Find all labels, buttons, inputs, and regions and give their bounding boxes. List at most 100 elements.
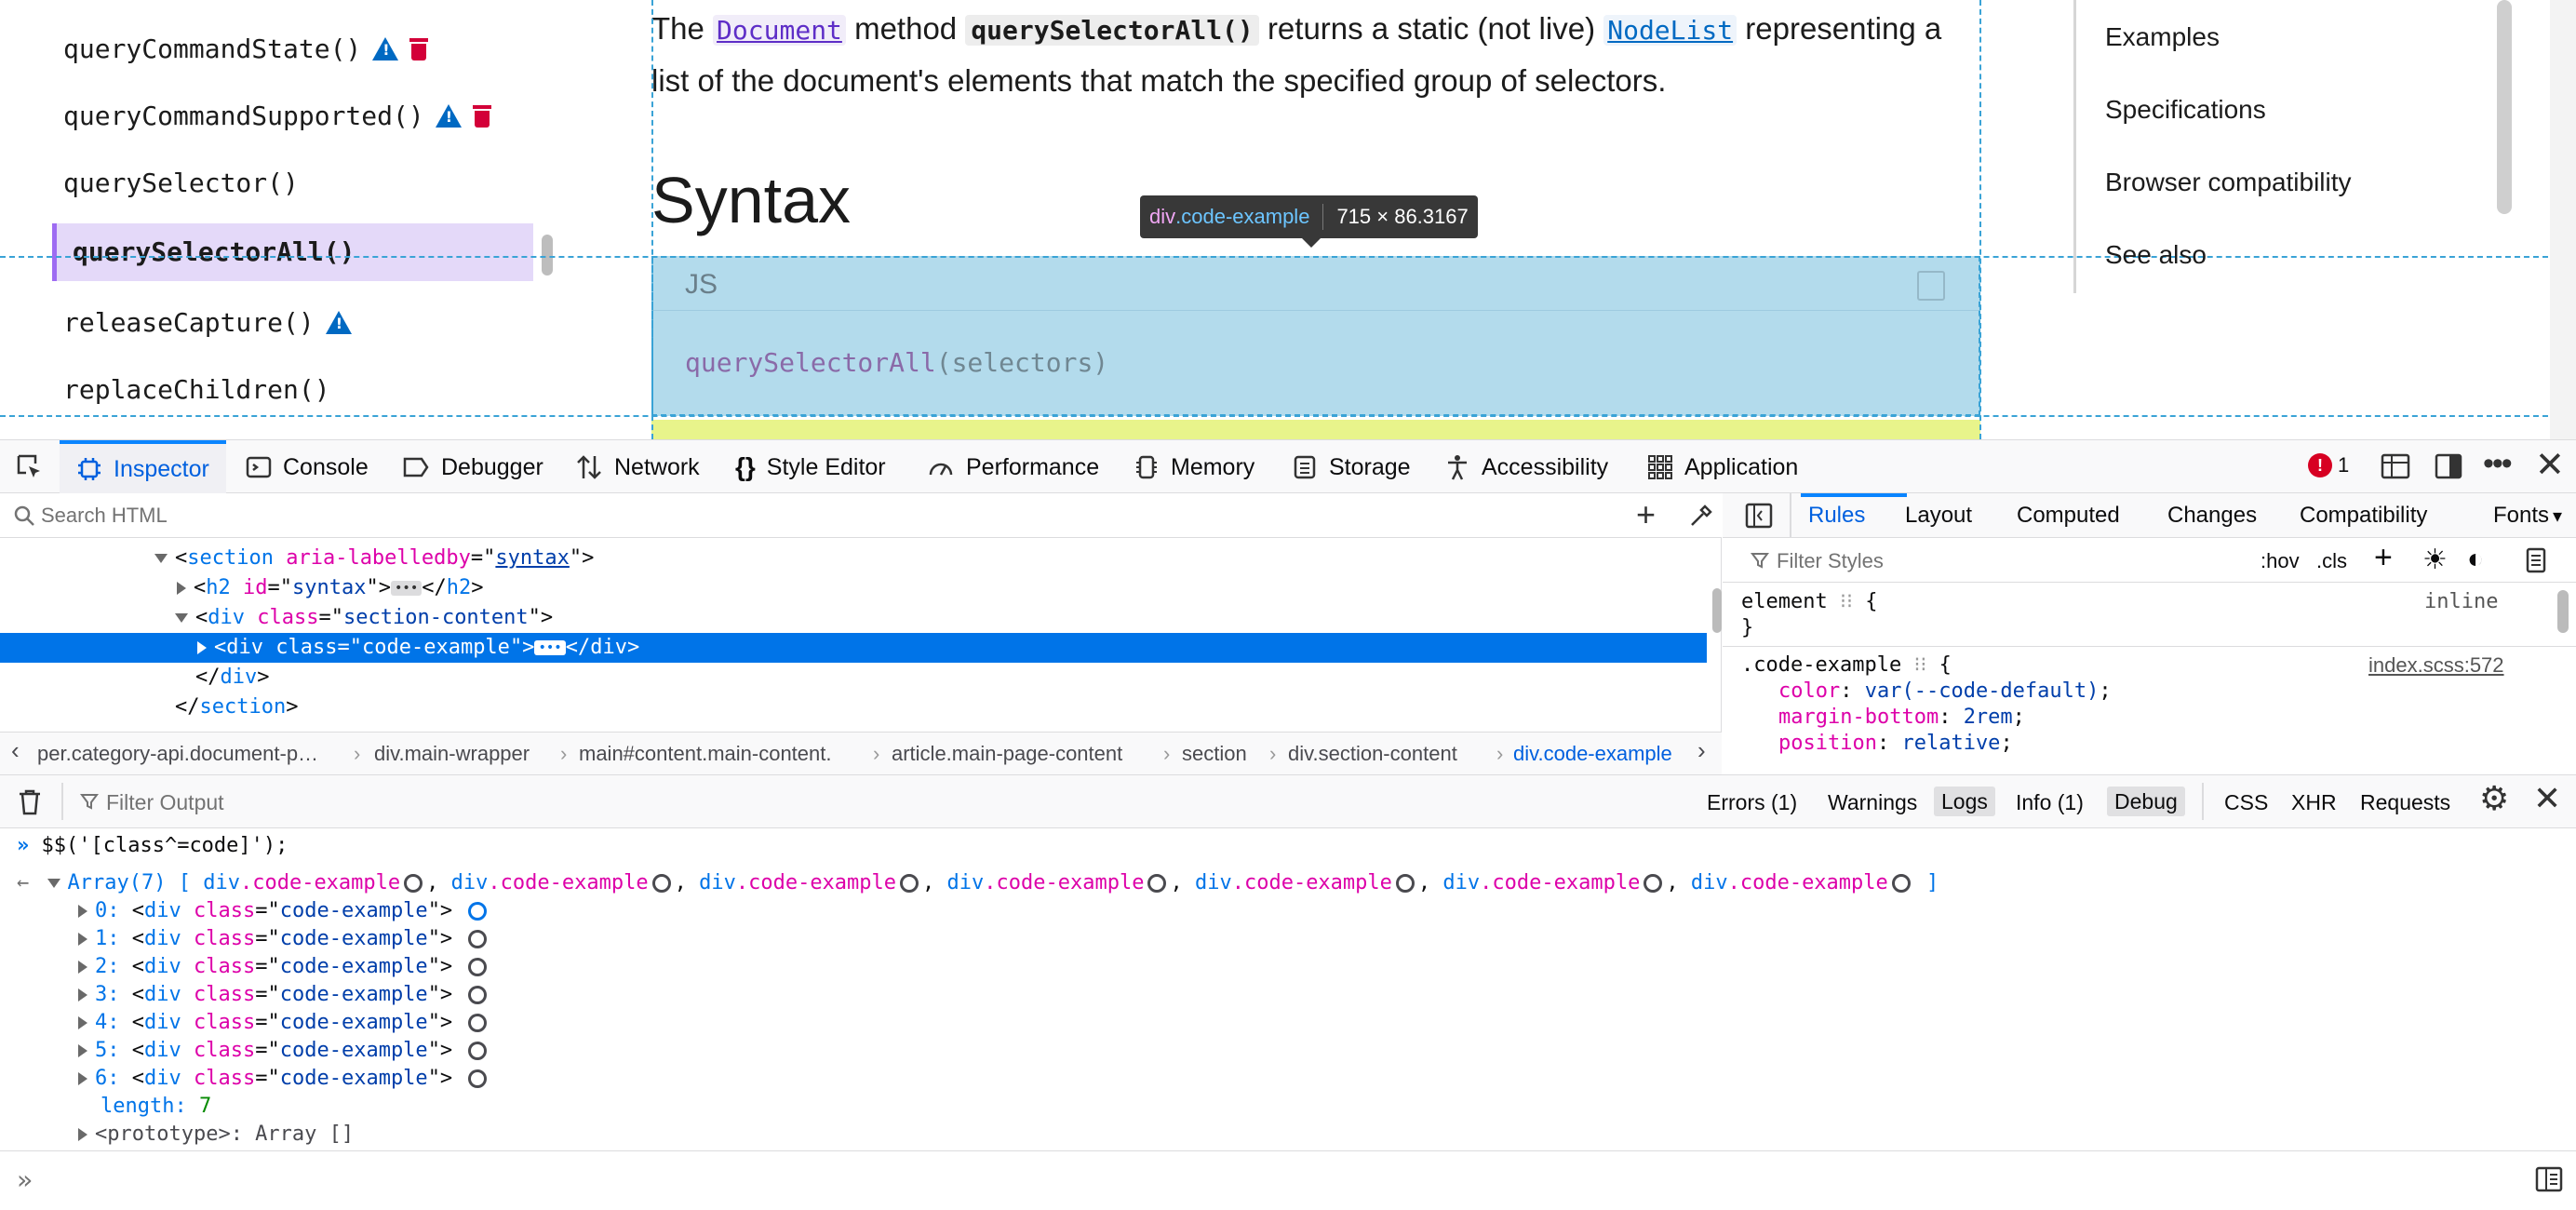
declaration[interactable]: margin-bottom: 2rem; [1778,706,2025,729]
breadcrumb-item[interactable]: article.main-page-content [892,742,1122,766]
tree-node-section[interactable]: <section aria-labelledby="syntax"> [154,544,594,573]
filter-info[interactable]: Info (1) [2016,790,2084,815]
highlight-node-icon[interactable] [468,1042,488,1060]
gear-icon[interactable]: ⚙ [2479,779,2509,818]
highlight-node-icon[interactable] [651,874,671,893]
search-html-bar[interactable]: Search HTML + [0,493,1722,538]
tab-memory[interactable]: Memory [1134,440,1254,494]
filter-output-input[interactable]: Filter Output [106,790,224,815]
grid-icon[interactable]: ⁝⁝ [1840,590,1853,613]
rule-source-link[interactable]: index.scss:572 [2368,653,2504,678]
tree-node-close-section[interactable]: </section> [175,692,298,722]
highlight-node-icon[interactable] [468,902,488,921]
sidebar-item-querycommandstate[interactable]: queryCommandState() [63,34,429,64]
tree-node-close-div[interactable]: </div> [195,663,270,692]
filter-xhr[interactable]: XHR [2291,790,2337,815]
eyedropper-icon[interactable] [1688,503,1714,529]
highlight-node-icon[interactable] [404,874,423,893]
tab-network[interactable]: Network [575,440,700,494]
summary-item[interactable]: div.code-example [1442,871,1666,894]
highlight-node-icon[interactable] [1395,874,1415,893]
expand-twisty-icon[interactable] [78,988,87,1002]
array-entry-row[interactable]: 1: <div class="code-example"> [78,925,490,953]
expand-twisty-icon[interactable] [177,582,186,595]
light-theme-icon[interactable]: ☀ [2422,544,2448,576]
collapse-twisty-icon[interactable] [175,613,188,623]
sidebar-scrollbar[interactable] [542,235,553,276]
highlight-node-icon[interactable] [468,1014,488,1032]
collapsed-content-icon[interactable]: ••• [534,640,566,655]
dark-theme-icon[interactable]: ◐ [2467,544,2484,575]
class-toggle[interactable]: .cls [2316,549,2347,573]
copy-icon[interactable] [1917,271,1945,301]
trash-clear-icon[interactable] [17,788,43,816]
toc-item-see-also[interactable]: See also [2105,240,2207,270]
sidebar-item-queryselectorall[interactable]: querySelectorAll() [73,236,355,267]
breadcrumb-left-icon[interactable]: ‹ [11,736,20,765]
declaration[interactable]: position: relative; [1778,732,2013,755]
summary-item[interactable]: div.code-example [1195,871,1418,894]
highlight-node-icon[interactable] [468,958,488,976]
collapse-twisty-icon[interactable] [154,554,168,563]
tab-rules[interactable]: Rules [1808,503,1865,529]
collapsed-content-icon[interactable]: ••• [390,581,423,596]
tab-application[interactable]: Application [1647,440,1798,494]
add-node-icon[interactable]: + [1636,495,1656,534]
expand-twisty-icon[interactable] [78,933,87,946]
summary-item[interactable]: div.code-example [699,871,922,894]
summary-item[interactable]: div.code-example [947,871,1171,894]
sidebar-item-queryselector[interactable]: querySelector() [63,168,299,198]
hover-state-toggle[interactable]: :hov [2261,549,2300,573]
highlight-node-icon[interactable] [468,930,488,948]
rules-scrollbar[interactable] [2557,590,2569,633]
tab-style-editor[interactable]: {} Style Editor [735,440,886,494]
tree-node-code-example[interactable]: <div class="code-example"> ••• </div> [197,633,639,663]
summary-item[interactable]: div.code-example [1691,871,1914,894]
tab-layout[interactable]: Layout [1905,503,1972,529]
add-rule-icon[interactable]: + [2374,540,2393,576]
summary-item[interactable]: div.code-example [203,871,426,894]
error-count-button[interactable]: ! 1 [2308,453,2349,477]
collapse-twisty-icon[interactable] [47,879,60,888]
toc-item-specifications[interactable]: Specifications [2105,95,2266,125]
expand-twisty-icon[interactable] [78,1044,87,1057]
highlight-node-icon[interactable] [1644,874,1663,893]
tab-inspector[interactable]: Inspector [60,440,226,494]
filter-errors[interactable]: Errors (1) [1707,790,1797,815]
array-entry-row[interactable]: 4: <div class="code-example"> [78,1009,490,1037]
element-picker-button[interactable] [15,440,45,494]
array-entry-row[interactable]: 0: <div class="code-example"> [78,897,490,925]
expand-twisty-icon[interactable] [78,1128,87,1141]
tab-performance[interactable]: Performance [927,440,1099,494]
toggle-pane-icon[interactable] [1745,503,1773,529]
toc-item-examples[interactable]: Examples [2105,22,2220,52]
close-split-console-icon[interactable]: ✕ [2533,779,2561,818]
more-tabs-icon[interactable]: ▾ [2553,504,2562,528]
highlight-node-icon[interactable] [468,1069,488,1088]
markup-scrollbar[interactable] [1712,588,1722,633]
array-entry-row[interactable]: 6: <div class="code-example"> [78,1065,490,1093]
tab-console[interactable]: Console [246,440,369,494]
editor-mode-icon[interactable] [2535,1166,2563,1192]
filter-logs[interactable]: Logs [1934,786,1995,816]
highlight-node-icon[interactable] [900,874,919,893]
search-html-input[interactable]: Search HTML [41,504,168,528]
filter-warnings[interactable]: Warnings [1828,790,1917,815]
expand-twisty-icon[interactable] [78,1016,87,1029]
tab-changes[interactable]: Changes [2167,503,2257,529]
toc-item-browser-compat[interactable]: Browser compatibility [2105,168,2352,197]
command-text[interactable]: $$('[class^=code]'); [42,834,288,857]
page-scrollbar-track[interactable] [2550,0,2576,439]
breadcrumb-right-icon[interactable]: › [1697,736,1706,765]
expand-twisty-icon[interactable] [78,961,87,974]
dock-side-icon[interactable] [2435,453,2464,481]
tab-accessibility[interactable]: Accessibility [1444,440,1608,494]
document-link[interactable]: Document [713,15,846,46]
filter-css[interactable]: CSS [2224,790,2268,815]
filter-requests[interactable]: Requests [2360,790,2450,815]
array-entry-row[interactable]: 2: <div class="code-example"> [78,953,490,981]
expand-twisty-icon[interactable] [197,641,207,654]
breadcrumb-item[interactable]: div.main-wrapper [374,742,530,766]
node-attr-value[interactable]: syntax [495,546,569,570]
highlight-node-icon[interactable] [1147,874,1167,893]
